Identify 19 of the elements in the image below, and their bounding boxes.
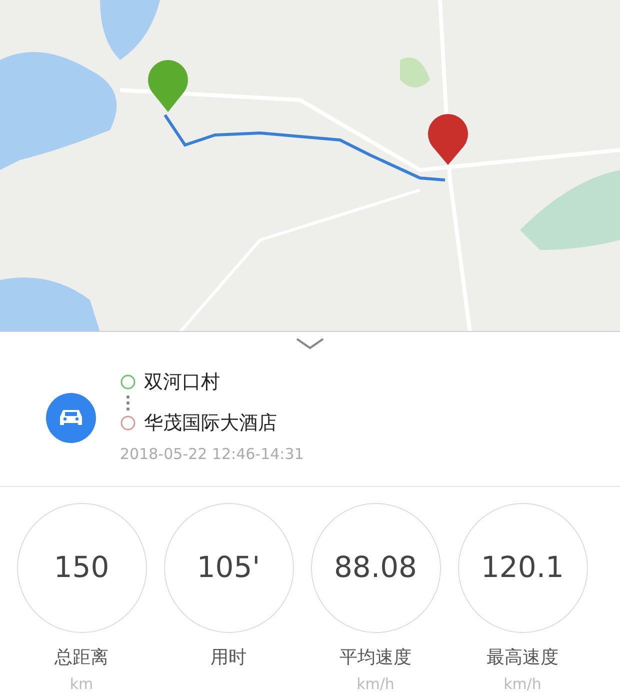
stat-unit: km/h [356,674,394,693]
stat-label: 用时 [210,647,246,669]
start-circle-icon [120,374,136,390]
stat-value: 150 [16,503,146,633]
car-icon [58,408,84,428]
stat-value: 88.08 [310,503,440,633]
stat-unit: km/h [504,674,542,693]
stat-unit: km [70,674,94,693]
stat-label: 总距离 [54,647,108,669]
stat-value: 120.1 [458,503,588,633]
stat-label: 平均速度 [340,647,412,669]
chevron-down-icon[interactable] [296,338,324,350]
stat-value: 105' [164,503,294,633]
start-place: 双河口村 [144,370,220,394]
end-circle-icon [120,415,136,432]
stat-label: 最高速度 [486,647,558,669]
end-place: 华茂国际大酒店 [144,412,277,435]
trip-time: 2018-05-22 12:46-14:31 [120,444,304,465]
car-button[interactable] [46,393,96,443]
